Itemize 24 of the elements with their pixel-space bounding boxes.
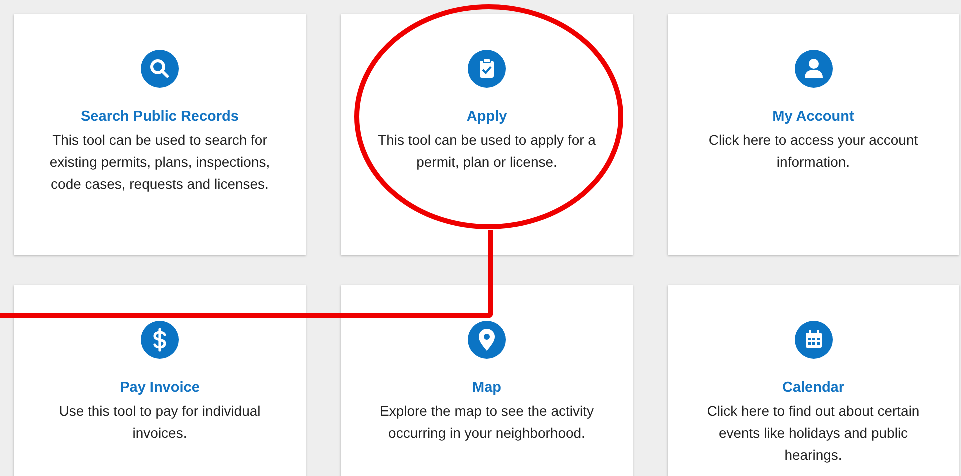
tile-card[interactable]: Search Public Records This tool can be used to search for existing permits, plans, inspections, code cases, requests and licenses. [14, 14, 306, 255]
tile-title[interactable]: Search Public Records [81, 108, 239, 126]
dollar-icon [141, 321, 179, 359]
tile-card[interactable]: My Account Click here to access your account information. [668, 14, 959, 255]
tile-title[interactable]: Apply [466, 108, 508, 126]
map-pin-icon [468, 321, 506, 359]
tile-description: This tool can be used to apply for a permit, plan or license. [377, 131, 597, 172]
tile-description: This tool can be used to search for existing permits, plans, inspections, code cases, requests and licenses. [48, 131, 272, 194]
tile-title[interactable]: My Account [772, 108, 854, 126]
tile-title[interactable]: Pay Invoice [120, 379, 200, 397]
tile-description: Click here to access your account information. [708, 131, 920, 172]
tile-card[interactable]: Map Explore the map to see the activity occurring in your neighborhood. [341, 285, 633, 476]
tile-card[interactable]: Calendar Click here to find out about certain events like holidays and public hearings. [668, 285, 959, 476]
tile-description: Click here to find out about certain events like holidays and public hearings. [706, 402, 921, 465]
search-icon [141, 50, 179, 88]
tile-description: Explore the map to see the activity occurring in your neighborhood. [379, 402, 595, 443]
tile-card[interactable]: Pay Invoice Use this tool to pay for individual invoices. [14, 285, 306, 476]
clipboard-check-icon [468, 50, 506, 88]
tile-card[interactable]: Apply This tool can be used to apply for a permit, plan or license. [341, 14, 633, 255]
calendar-icon [794, 321, 832, 359]
tile-description: Use this tool to pay for individual invoices. [58, 402, 262, 443]
tile-title[interactable]: Calendar [782, 379, 845, 397]
person-icon [794, 50, 832, 88]
tile-title[interactable]: Map [472, 379, 502, 397]
